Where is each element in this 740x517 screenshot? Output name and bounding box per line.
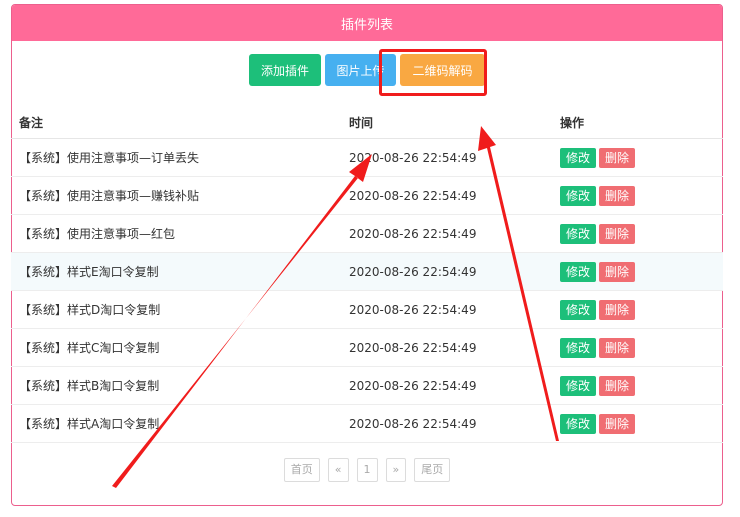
column-header-time: 时间 [349, 106, 560, 139]
table-row: 【系统】使用注意事项—红包 2020-08-26 22:54:49 修改 删除 [11, 214, 723, 253]
row-actions: 修改 删除 [560, 214, 723, 253]
edit-button[interactable]: 修改 [560, 261, 597, 282]
row-actions: 修改 删除 [560, 404, 723, 443]
row-note: 【系统】样式C淘口令复制 [11, 328, 349, 367]
row-note: 【系统】使用注意事项—红包 [11, 214, 349, 253]
column-header-actions: 操作 [560, 106, 723, 139]
table-row: 【系统】使用注意事项—赚钱补贴 2020-08-26 22:54:49 修改 删除 [11, 176, 723, 215]
edit-button[interactable]: 修改 [560, 223, 597, 244]
row-time: 2020-08-26 22:54:49 [349, 214, 560, 253]
delete-button[interactable]: 删除 [599, 223, 636, 244]
delete-button[interactable]: 删除 [599, 185, 636, 206]
table-container: 备注 时间 操作 【系统】使用注意事项—订单丢失 2020-08-26 22:54… [11, 0, 723, 506]
row-actions: 修改 删除 [560, 366, 723, 405]
table-header-row: 备注 时间 操作 [11, 106, 723, 139]
row-note: 【系统】样式A淘口令复制 [11, 404, 349, 443]
row-note: 【系统】样式D淘口令复制 [11, 290, 349, 329]
row-time: 2020-08-26 22:54:49 [349, 404, 560, 443]
row-time: 2020-08-26 22:54:49 [349, 328, 560, 367]
pagination: 首页 « 1 » 尾页 [11, 458, 723, 482]
row-actions: 修改 删除 [560, 176, 723, 215]
edit-button[interactable]: 修改 [560, 185, 597, 206]
row-actions: 修改 删除 [560, 328, 723, 367]
row-note: 【系统】样式E淘口令复制 [11, 252, 349, 291]
row-time: 2020-08-26 22:54:49 [349, 138, 560, 177]
page-number-1[interactable]: 1 [356, 458, 378, 482]
delete-button[interactable]: 删除 [599, 375, 636, 396]
row-actions: 修改 删除 [560, 138, 723, 177]
edit-button[interactable]: 修改 [560, 337, 597, 358]
edit-button[interactable]: 修改 [560, 299, 597, 320]
column-header-note: 备注 [11, 106, 349, 139]
row-actions: 修改 删除 [560, 290, 723, 329]
page-first-button[interactable]: 首页 [283, 458, 320, 482]
delete-button[interactable]: 删除 [599, 261, 636, 282]
row-time: 2020-08-26 22:54:49 [349, 252, 560, 291]
row-note: 【系统】使用注意事项—赚钱补贴 [11, 176, 349, 215]
delete-button[interactable]: 删除 [599, 413, 636, 434]
table-row: 【系统】样式D淘口令复制 2020-08-26 22:54:49 修改 删除 [11, 290, 723, 329]
table-row: 【系统】样式A淘口令复制 2020-08-26 22:54:49 修改 删除 [11, 404, 723, 443]
table-row: 【系统】样式C淘口令复制 2020-08-26 22:54:49 修改 删除 [11, 328, 723, 367]
row-time: 2020-08-26 22:54:49 [349, 366, 560, 405]
edit-button[interactable]: 修改 [560, 413, 597, 434]
table-row: 【系统】样式B淘口令复制 2020-08-26 22:54:49 修改 删除 [11, 366, 723, 405]
row-time: 2020-08-26 22:54:49 [349, 290, 560, 329]
edit-button[interactable]: 修改 [560, 375, 597, 396]
page-next-button[interactable]: » [385, 458, 407, 482]
edit-button[interactable]: 修改 [560, 147, 597, 168]
delete-button[interactable]: 删除 [599, 337, 636, 358]
table-row: 【系统】样式E淘口令复制 2020-08-26 22:54:49 修改 删除 [11, 252, 723, 291]
row-note: 【系统】样式B淘口令复制 [11, 366, 349, 405]
plugin-table: 备注 时间 操作 【系统】使用注意事项—订单丢失 2020-08-26 22:54… [11, 106, 723, 443]
delete-button[interactable]: 删除 [599, 147, 636, 168]
page-last-button[interactable]: 尾页 [414, 458, 451, 482]
row-actions: 修改 删除 [560, 252, 723, 291]
delete-button[interactable]: 删除 [599, 299, 636, 320]
row-note: 【系统】使用注意事项—订单丢失 [11, 138, 349, 177]
page-prev-button[interactable]: « [327, 458, 349, 482]
row-time: 2020-08-26 22:54:49 [349, 176, 560, 215]
table-row: 【系统】使用注意事项—订单丢失 2020-08-26 22:54:49 修改 删除 [11, 138, 723, 177]
